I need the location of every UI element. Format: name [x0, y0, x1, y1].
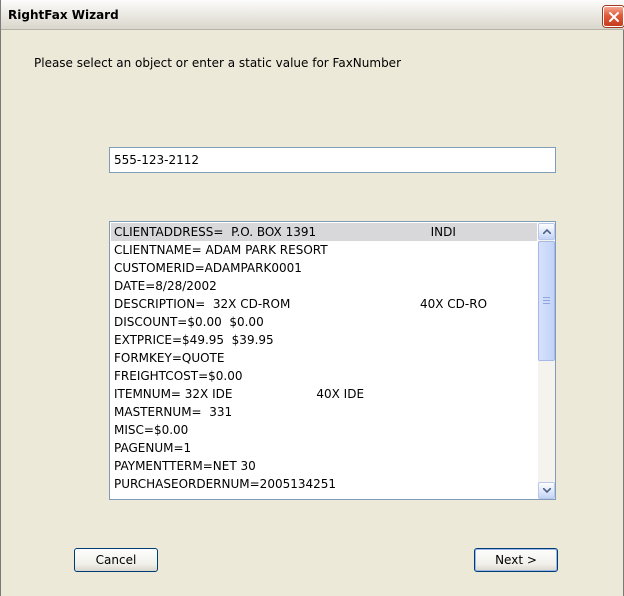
scroll-up-button[interactable] — [538, 223, 555, 240]
chevron-down-icon — [543, 488, 551, 493]
prompt-text: Please select an object or enter a stati… — [34, 56, 402, 70]
wizard-window: RightFax Wizard Please select an object … — [0, 0, 624, 596]
list-item[interactable]: CLIENTNAME= ADAM PARK RESORT — [111, 241, 537, 259]
scroll-down-button[interactable] — [538, 482, 555, 499]
list-item[interactable]: ITEMNUM= 32X IDE 40X IDE — [111, 385, 537, 403]
window-title: RightFax Wizard — [8, 8, 119, 22]
list-item[interactable]: FORMKEY=QUOTE — [111, 349, 537, 367]
chevron-up-icon — [543, 229, 551, 234]
list-item[interactable]: DISCOUNT=$0.00 $0.00 — [111, 313, 537, 331]
grip-icon — [543, 297, 550, 305]
object-list[interactable]: CLIENTADDRESS= P.O. BOX 1391 INDI CLIENTN… — [111, 223, 537, 499]
list-item[interactable]: CLIENTADDRESS= P.O. BOX 1391 INDI — [111, 223, 537, 241]
list-item[interactable]: DESCRIPTION= 32X CD-ROM 40X CD-RO — [111, 295, 537, 313]
object-listbox[interactable]: CLIENTADDRESS= P.O. BOX 1391 INDI CLIENTN… — [109, 221, 556, 500]
next-button[interactable]: Next > — [474, 548, 558, 572]
cancel-button[interactable]: Cancel — [74, 548, 158, 572]
list-item[interactable]: EXTPRICE=$49.95 $39.95 — [111, 331, 537, 349]
static-value-input[interactable] — [109, 147, 556, 173]
scrollbar-thumb[interactable] — [538, 241, 555, 361]
list-item[interactable]: DATE=8/28/2002 — [111, 277, 537, 295]
list-item[interactable]: CUSTOMERID=ADAMPARK0001 — [111, 259, 537, 277]
list-item[interactable]: PURCHASEORDERNUM=2005134251 — [111, 475, 537, 493]
list-item[interactable]: MISC=$0.00 — [111, 421, 537, 439]
list-item[interactable]: PAYMENTTERM=NET 30 — [111, 457, 537, 475]
list-item[interactable]: MASTERNUM= 331 — [111, 403, 537, 421]
title-bar[interactable]: RightFax Wizard — [1, 0, 624, 30]
close-button[interactable] — [603, 6, 624, 27]
close-icon — [609, 12, 619, 22]
list-item[interactable]: PAGENUM=1 — [111, 439, 537, 457]
vertical-scrollbar[interactable] — [538, 223, 555, 499]
list-item[interactable]: FREIGHTCOST=$0.00 — [111, 367, 537, 385]
